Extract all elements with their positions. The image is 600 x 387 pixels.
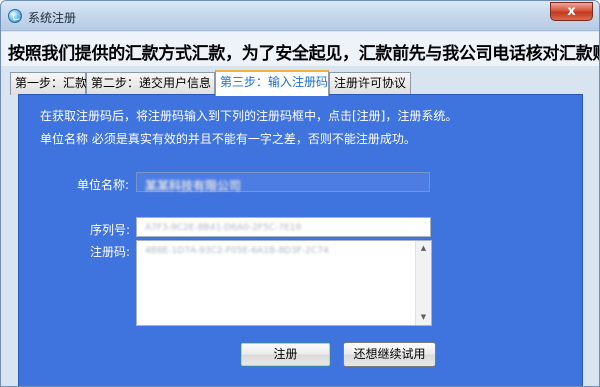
registration-window: 系统注册 x 按照我们提供的汇款方式汇款，为了安全起见，汇款前先与我公司电话核对… — [0, 0, 600, 387]
serial-label: 序列号: — [90, 223, 131, 237]
scroll-down-arrow-icon[interactable]: ▼ — [416, 310, 431, 325]
unit-name-value: 某某科技有限公司 — [145, 179, 242, 193]
unit-name-label: 单位名称: — [77, 178, 130, 192]
instruction-line-2: 单位名称 必须是真实有效的并且不能有一字之差，否则不能注册成功。 — [40, 132, 416, 146]
continue-trial-button[interactable]: 还想继续试用 — [343, 342, 436, 367]
register-button[interactable]: 注册 — [240, 342, 331, 367]
tab-step3-enter-code[interactable]: 第三步：输入注册码 — [215, 70, 329, 96]
title-bar[interactable]: 系统注册 x — [1, 1, 599, 31]
serial-number-field[interactable]: A7F3-9C2E-8B41-D6A0-2F5C-7E19 — [136, 217, 431, 237]
window-title: 系统注册 — [28, 11, 77, 25]
serial-number-value: A7F3-9C2E-8B41-D6A0-2F5C-7E19 — [145, 223, 302, 233]
reg-code-textarea[interactable]: 4B8E-1D7A-93C2-F05E-6A1B-8D3F-2C74 ▲ ▼ — [136, 240, 432, 326]
step3-panel: 在获取注册码后，将注册码输入到下列的注册码框中，点击[注册]，注册系统。 单位名… — [18, 94, 583, 386]
scroll-up-arrow-icon[interactable]: ▲ — [416, 241, 431, 256]
reg-code-value: 4B8E-1D7A-93C2-F05E-6A1B-8D3F-2C74 — [145, 246, 329, 256]
app-logo-icon — [8, 9, 22, 23]
reg-code-scrollbar[interactable]: ▲ ▼ — [415, 241, 431, 325]
instruction-line-1: 在获取注册码后，将注册码输入到下列的注册码框中，点击[注册]，注册系统。 — [40, 109, 458, 123]
tab-step1-payment[interactable]: 第一步：汇款 — [10, 72, 87, 95]
unit-name-field[interactable]: 某某科技有限公司 — [136, 172, 430, 193]
headline-notice: 按照我们提供的汇款方式汇款，为了安全起见，汇款前先与我公司电话核对汇款账号。 — [8, 44, 600, 64]
close-icon[interactable]: x — [550, 2, 593, 21]
reg-code-label: 注册码: — [90, 245, 131, 259]
tab-license-agreement[interactable]: 注册许可协议 — [329, 72, 411, 95]
tab-step2-submit-info[interactable]: 第二步：递交用户信息 — [86, 72, 215, 95]
headline-area: 按照我们提供的汇款方式汇款，为了安全起见，汇款前先与我公司电话核对汇款账号。 — [1, 32, 599, 66]
